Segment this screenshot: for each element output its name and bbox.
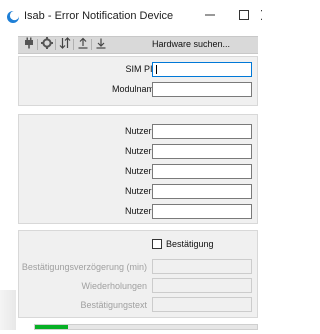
download-icon <box>95 36 107 54</box>
minimize-button[interactable] <box>193 0 227 32</box>
crescent-logo-icon <box>6 10 20 24</box>
toolbar: Hardware suchen... <box>18 36 258 54</box>
window-title: Isab - Error Notification Device <box>24 10 174 22</box>
minimize-icon <box>205 7 215 25</box>
confirmation-label[interactable]: Bestätigung <box>166 239 214 249</box>
user-2-input[interactable] <box>152 144 252 159</box>
user-4-input[interactable] <box>152 184 252 199</box>
close-button[interactable] <box>256 0 262 32</box>
toolbar-separator <box>73 39 74 50</box>
toolbar-separator <box>55 39 56 50</box>
confirmation-delay-input[interactable] <box>152 259 252 274</box>
repetitions-label: Wiederholungen <box>81 281 147 291</box>
user-1-input[interactable] <box>152 124 252 139</box>
toolbar-separator <box>37 39 38 50</box>
upload-button[interactable] <box>76 36 90 54</box>
settings-button[interactable] <box>40 36 54 54</box>
confirmation-delay-label: Bestätigungsverzögerung (min) <box>21 262 147 272</box>
status-progress-fill <box>35 325 69 329</box>
upload-icon <box>77 36 89 54</box>
close-icon <box>260 7 262 25</box>
confirmation-checkbox[interactable] <box>152 239 162 249</box>
text-cursor <box>156 65 157 74</box>
repetitions-input[interactable] <box>152 278 252 293</box>
status-progress-bar <box>34 324 258 330</box>
user-3-input[interactable] <box>152 164 252 179</box>
sort-arrows-icon <box>59 36 71 54</box>
sort-button[interactable] <box>58 36 72 54</box>
sim-settings-group: SIM PIN Modulname <box>18 56 258 106</box>
confirmation-group: Bestätigung Bestätigungsverzögerung (min… <box>18 230 258 318</box>
background-window-edge <box>0 290 16 330</box>
maximize-icon <box>239 7 249 25</box>
title-bar[interactable]: Isab - Error Notification Device <box>0 0 262 32</box>
users-group: Nutzer 1 Nutzer 2 Nutzer 3 Nutzer 4 Nutz… <box>18 114 258 224</box>
connect-button[interactable] <box>22 36 36 54</box>
gear-icon <box>41 36 53 54</box>
toolbar-separator <box>91 39 92 50</box>
app-window: Isab - Error Notification Device Hardwar… <box>0 0 262 334</box>
user-5-input[interactable] <box>152 204 252 219</box>
confirmation-text-input[interactable] <box>152 297 252 312</box>
plug-icon <box>23 36 35 54</box>
download-button[interactable] <box>94 38 108 51</box>
search-hardware-button[interactable]: Hardware suchen... <box>152 39 230 49</box>
module-name-input[interactable] <box>152 82 252 97</box>
sim-pin-input[interactable] <box>152 62 252 77</box>
confirmation-text-label: Bestätigungstext <box>80 300 147 310</box>
